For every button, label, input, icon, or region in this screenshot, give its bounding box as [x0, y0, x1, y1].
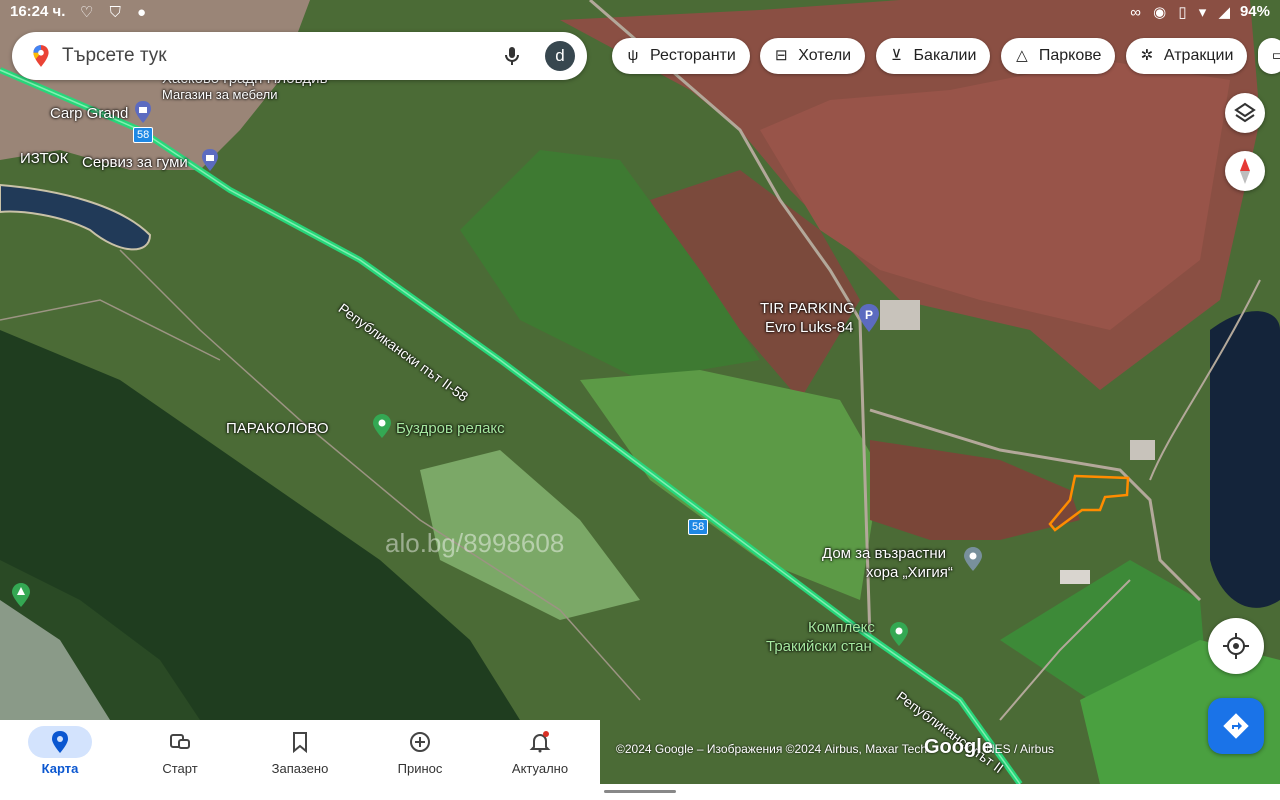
compass-icon [1240, 158, 1250, 184]
map-label-complex-2[interactable]: Тракийски стан [766, 638, 872, 655]
layers-button[interactable] [1225, 93, 1265, 133]
watermark: alo.bg/8998608 [385, 528, 565, 558]
bookmark-icon [268, 726, 332, 758]
nav-saved[interactable]: Запазено [240, 720, 360, 784]
chip-label: Атракции [1163, 47, 1234, 64]
map-label-paracolovo: ПАРАКОЛОВО [226, 420, 329, 437]
bottom-navigation: Карта Старт Запазено Принос Актуално [0, 720, 600, 784]
gesture-bar[interactable] [604, 790, 676, 793]
add-circle-icon [388, 726, 452, 758]
status-time: 16:24 ч. [10, 3, 66, 20]
search-input[interactable]: Търсете тук [62, 45, 167, 67]
map-label-complex-1[interactable]: Комплекс [808, 619, 875, 636]
layers-icon [1234, 102, 1256, 123]
nav-updates[interactable]: Актуално [480, 720, 600, 784]
compass-button[interactable] [1225, 151, 1265, 191]
chip-label: Хотели [798, 47, 852, 64]
search-bar[interactable]: Търсете тук d [12, 32, 587, 80]
map-label-furniture-store: Магазин за мебели [162, 87, 278, 102]
battery-level: 94% [1239, 3, 1270, 20]
commute-icon [148, 726, 212, 758]
bell-icon [508, 726, 572, 758]
svg-text:P: P [865, 308, 873, 322]
map-label-iztok: ИЗТОК [20, 150, 69, 167]
map-label-carp-grand[interactable]: Carp Grand [50, 105, 128, 122]
nav-label: Старт [162, 761, 198, 776]
shopping-pin-icon[interactable] [133, 100, 153, 124]
system-icons: ∞ ◉ ▯ ▾ ◢ [1130, 4, 1234, 21]
map-label-evro-luks[interactable]: Evro Luks-84 [765, 319, 853, 336]
category-chips: ψ Ресторанти ⊟ Хотели ⊻ Бакалии △ Паркове ✲ А… [612, 38, 1280, 74]
bed-icon: ⊟ [774, 47, 788, 64]
notification-icons: ♡ ⛉ ● [80, 4, 153, 21]
map-label-elderly-home-1[interactable]: Дом за възрастни [822, 545, 946, 562]
status-bar: 16:24 ч. ♡ ⛉ ● ∞ ◉ ▯ ▾ ◢ 94% [0, 0, 1280, 24]
chip-label: Бакалии [913, 47, 977, 64]
road-shield: 58 [133, 127, 154, 143]
chip-more[interactable]: ▭ [1257, 38, 1280, 74]
crosshair-icon [1223, 633, 1249, 659]
map-attribution[interactable]: ©2024 Google – Изображения ©2024 Airbus,… [616, 742, 927, 756]
chip-hotels[interactable]: ⊟ Хотели [760, 38, 866, 74]
google-maps-pin-icon [33, 45, 49, 67]
road-shield: 58 [688, 519, 709, 535]
map-label-buzdrov-relax[interactable]: Буздров релакс [396, 420, 505, 437]
map-label-tir-parking[interactable]: TIR PARKING [760, 300, 855, 317]
pharmacy-icon: ▭ [1271, 47, 1280, 64]
chip-restaurants[interactable]: ψ Ресторанти [612, 38, 750, 74]
chip-parks[interactable]: △ Паркове [1000, 38, 1116, 74]
map-label-tyre-service[interactable]: Сервиз за гуми [82, 154, 188, 171]
place-pin-icon[interactable] [962, 546, 984, 572]
cart-icon: ⊻ [891, 47, 903, 64]
chip-attractions[interactable]: ✲ Атракции [1125, 38, 1248, 74]
microphone-icon[interactable] [500, 44, 524, 68]
chip-groceries[interactable]: ⊻ Бакалии [875, 38, 991, 74]
park-pin-icon[interactable] [10, 582, 32, 608]
park-pin-icon[interactable] [888, 621, 910, 647]
directions-button[interactable] [1208, 698, 1264, 754]
nav-label: Запазено [271, 761, 329, 776]
account-avatar[interactable]: d [545, 41, 575, 71]
spa-pin-icon[interactable] [371, 413, 393, 439]
google-logo: Google [924, 736, 993, 758]
directions-icon [1223, 713, 1249, 739]
satellite-map[interactable] [0, 0, 1280, 800]
chip-label: Паркове [1038, 47, 1102, 64]
fork-knife-icon: ψ [627, 47, 639, 64]
shopping-pin-icon[interactable] [200, 148, 220, 172]
nav-label: Принос [397, 761, 443, 776]
map-pin-icon [28, 726, 92, 758]
my-location-button[interactable] [1208, 618, 1264, 674]
tree-icon: △ [1016, 47, 1028, 64]
attraction-icon: ✲ [1140, 47, 1154, 64]
nav-explore[interactable]: Карта [0, 720, 120, 784]
nav-label: Карта [41, 761, 79, 776]
map-label-elderly-home-2[interactable]: хора „Хигия“ [866, 564, 953, 581]
nav-contribute[interactable]: Принос [360, 720, 480, 784]
parking-pin-icon[interactable]: P [857, 303, 881, 333]
nav-label: Актуално [511, 761, 569, 776]
map-attribution-tail: NES / Airbus [986, 742, 1055, 756]
nav-go[interactable]: Старт [120, 720, 240, 784]
chip-label: Ресторанти [650, 47, 736, 64]
